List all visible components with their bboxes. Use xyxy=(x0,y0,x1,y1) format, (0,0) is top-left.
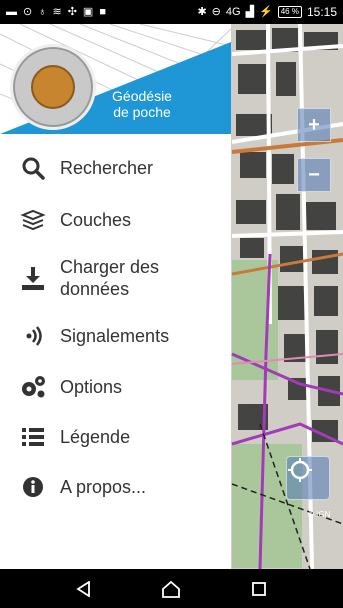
search-icon xyxy=(18,155,48,181)
message-icon: ▬ xyxy=(6,5,17,18)
zoom-in-button[interactable]: + xyxy=(297,108,331,142)
back-button[interactable] xyxy=(66,574,102,604)
square-icon: ■ xyxy=(99,5,106,18)
info-icon xyxy=(18,474,48,500)
app-title-line1: Géodésie xyxy=(112,88,172,104)
menu-item-a-propos[interactable]: A propos... xyxy=(0,462,231,512)
menu-label-line1: Charger des xyxy=(60,257,160,277)
menu-label: Options xyxy=(60,377,123,397)
wifi-icon: ≋ xyxy=(52,5,62,18)
share-icon: ✣ xyxy=(67,5,77,18)
battery-level: 46 % xyxy=(277,6,302,18)
map-attribution: © IGN xyxy=(308,510,331,519)
recents-icon xyxy=(252,581,267,596)
menu-label: Légende xyxy=(60,427,131,447)
status-bar: ▬ ⊙ ♁ ≋ ✣ ▣ ■ ✱ ⊖ 4G ▟ ⚡ 46 % 15:15 xyxy=(0,0,343,24)
signal-icon xyxy=(18,323,48,349)
alarm-icon: ♁ xyxy=(38,5,47,18)
crosshair-icon xyxy=(288,458,312,482)
menu-item-signalements[interactable]: Signalements xyxy=(0,310,231,362)
navigation-drawer: Géodésie de poche Rechercher Couches Cha… xyxy=(0,24,231,569)
download-icon xyxy=(18,265,48,291)
system-navigation-bar xyxy=(0,569,343,608)
logo-medallion xyxy=(31,65,75,109)
app-logo xyxy=(10,44,96,130)
home-button[interactable] xyxy=(153,574,189,604)
charging-icon: ⚡ xyxy=(259,5,273,18)
notification-icons: ▬ ⊙ ♁ ≋ ✣ ▣ ■ xyxy=(6,5,106,18)
menu-item-couches[interactable]: Couches xyxy=(0,194,231,246)
menu-item-legende[interactable]: Légende xyxy=(0,412,231,462)
home-icon xyxy=(162,580,181,598)
app-title-line2: de poche xyxy=(113,104,171,120)
clock: 15:15 xyxy=(306,5,337,19)
menu-label-line2: données xyxy=(60,279,130,299)
drawer-header: Géodésie de poche xyxy=(0,24,231,134)
do-not-disturb-icon: ⊖ xyxy=(211,5,221,18)
menu-label: Charger des données xyxy=(60,256,159,300)
zoom-out-button[interactable]: − xyxy=(297,158,331,192)
network-type: 4G xyxy=(225,6,241,18)
system-icons: ✱ ⊖ 4G ▟ ⚡ 46 % 15:15 xyxy=(197,5,337,19)
sync-icon: ⊙ xyxy=(23,5,33,18)
drawer-menu: Rechercher Couches Charger des données S… xyxy=(0,142,231,512)
menu-item-options[interactable]: Options xyxy=(0,362,231,412)
list-icon xyxy=(18,424,48,450)
image-icon: ▣ xyxy=(82,5,94,18)
menu-item-rechercher[interactable]: Rechercher xyxy=(0,142,231,194)
menu-label: A propos... xyxy=(60,477,147,497)
app-title: Géodésie de poche xyxy=(104,88,180,120)
locate-button[interactable] xyxy=(286,456,330,500)
signal-strength-icon: ▟ xyxy=(245,5,255,18)
menu-label: Couches xyxy=(60,210,132,230)
back-icon xyxy=(76,580,90,597)
bluetooth-icon: ✱ xyxy=(197,5,207,18)
menu-item-charger-donnees[interactable]: Charger des données xyxy=(0,246,231,310)
cogs-icon xyxy=(18,374,48,400)
layers-icon xyxy=(18,207,48,233)
menu-label: Signalements xyxy=(60,326,170,346)
menu-label: Rechercher xyxy=(60,158,154,178)
recents-button[interactable] xyxy=(241,574,277,604)
